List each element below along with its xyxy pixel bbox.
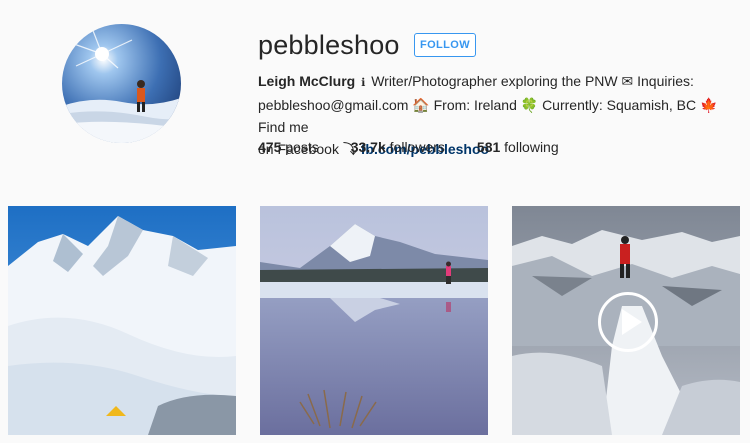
play-icon[interactable]	[598, 292, 658, 352]
bio-text-line2: pebbleshoo@gmail.com 🏠 From: Ireland 🍀 C…	[258, 97, 718, 135]
posts-count: 475	[258, 139, 282, 155]
followers-label: followers	[389, 139, 445, 155]
post-thumbnail-1[interactable]	[8, 206, 236, 435]
followers-stat[interactable]: 33.7k followers	[351, 139, 445, 155]
posts-stat: 475 posts	[258, 139, 319, 155]
play-triangle	[622, 309, 642, 335]
post-thumbnail-3[interactable]	[512, 206, 740, 435]
follow-button[interactable]: FOLLOW	[414, 33, 476, 57]
profile-avatar[interactable]	[62, 24, 181, 143]
following-stat[interactable]: 581 following	[477, 139, 559, 155]
post-thumbnail-2[interactable]	[260, 206, 488, 435]
followers-count: 33.7k	[350, 139, 386, 155]
following-count: 581	[476, 139, 501, 155]
bio-text-line1: Writer/Photographer exploring the PNW ✉ …	[371, 73, 694, 89]
profile-stats: 475 posts 33.7k followers 581 following	[258, 139, 591, 155]
profile-full-name: Leigh McClurg	[258, 73, 356, 89]
posts-label: posts	[285, 139, 319, 155]
info-icon: ℹ	[361, 77, 366, 89]
following-label: following	[504, 139, 559, 155]
profile-username: pebbleshoo	[258, 30, 400, 60]
